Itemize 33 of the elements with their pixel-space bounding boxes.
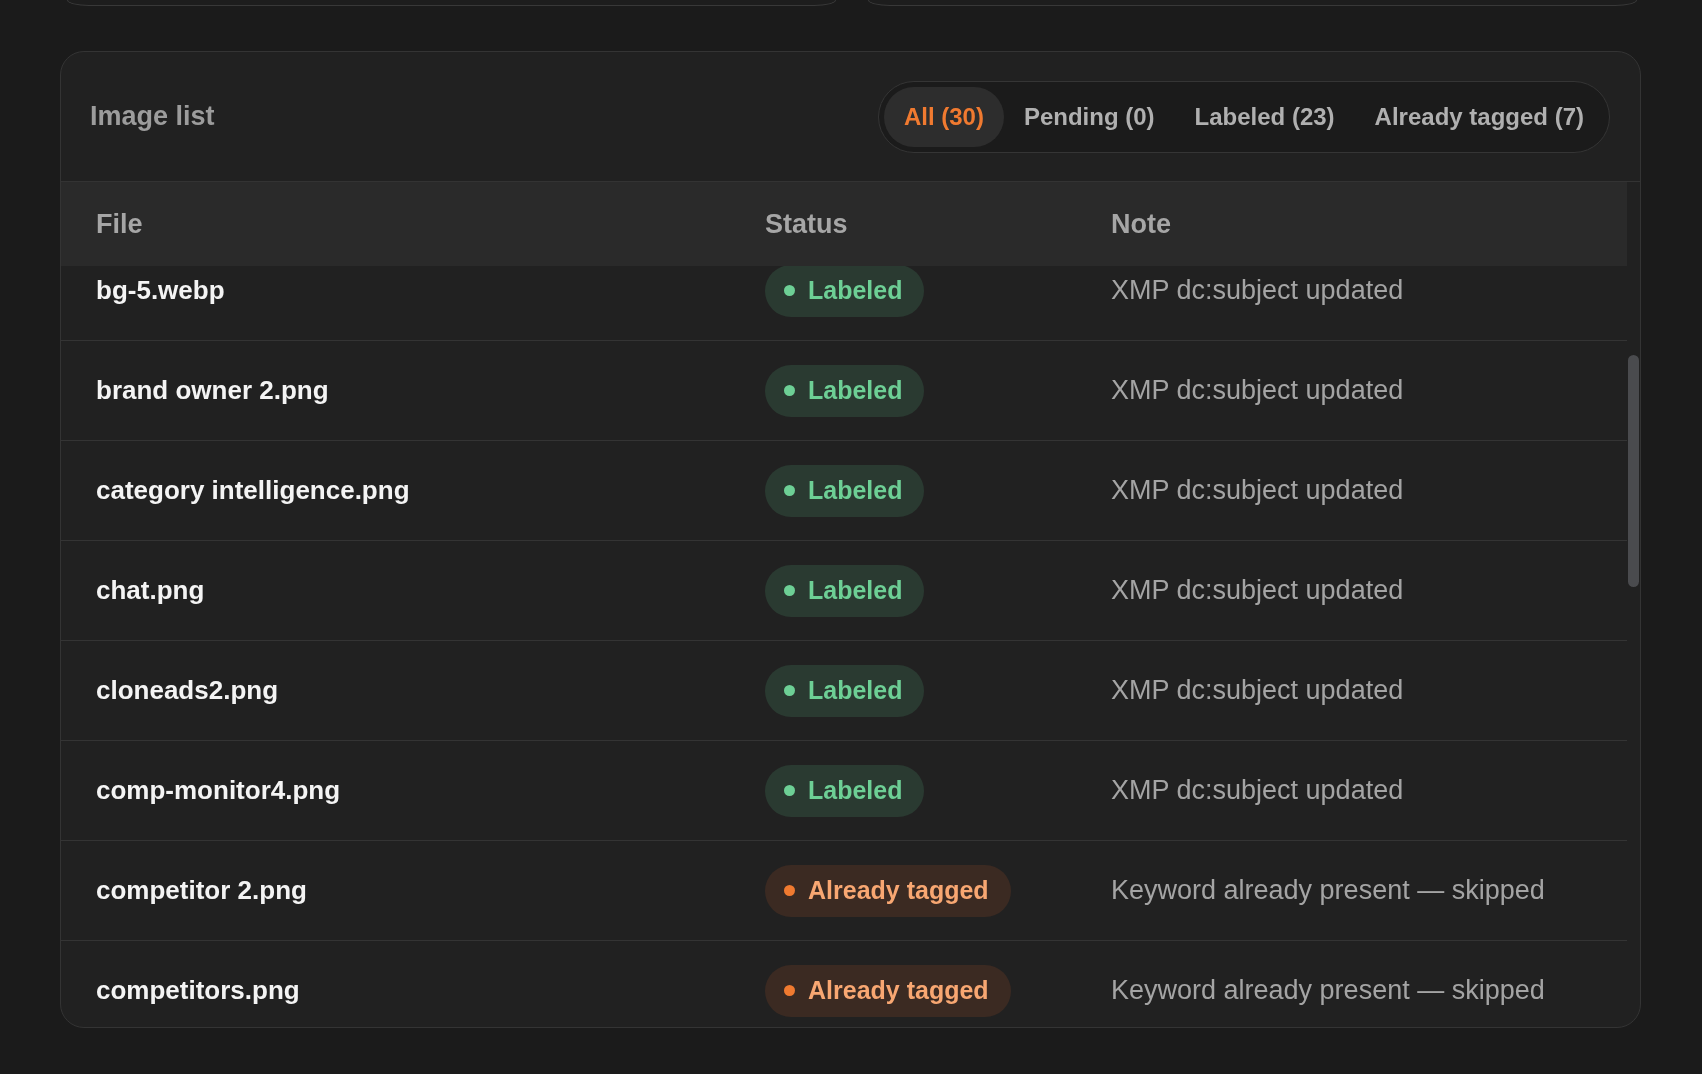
- filter-tab[interactable]: Already tagged (7): [1354, 86, 1604, 147]
- note-text: Keyword already present — skipped: [1111, 975, 1545, 1005]
- status-text: Labeled: [808, 276, 903, 305]
- status-text: Labeled: [808, 776, 903, 805]
- column-header: File: [96, 208, 143, 239]
- note-text: XMP dc:subject updated: [1111, 275, 1404, 305]
- note-text: XMP dc:subject updated: [1111, 575, 1404, 605]
- status-text: Labeled: [808, 476, 903, 505]
- status-text: Labeled: [808, 676, 903, 705]
- file-name: competitors.png: [96, 975, 300, 1005]
- status-text: Already tagged: [808, 976, 989, 1005]
- file-name: comp-monitor4.png: [96, 775, 341, 805]
- file-name: cloneads2.png: [96, 675, 279, 705]
- status-text: Already tagged: [808, 876, 989, 905]
- filter-tab[interactable]: Labeled (23): [1174, 86, 1355, 147]
- file-name: brand owner 2.png: [96, 375, 329, 405]
- file-name: category intelligence.png: [96, 475, 410, 505]
- note-text: XMP dc:subject updated: [1111, 475, 1404, 505]
- file-name: chat.png: [96, 575, 205, 605]
- note-text: XMP dc:subject updated: [1111, 375, 1404, 405]
- filter-tab[interactable]: All (30): [883, 86, 1004, 147]
- file-name: bg-5.webp: [96, 275, 225, 305]
- note-text: XMP dc:subject updated: [1111, 675, 1404, 705]
- status-text: Labeled: [808, 376, 903, 405]
- status-text: Labeled: [808, 576, 903, 605]
- column-header: Note: [1111, 208, 1171, 239]
- note-text: Keyword already present — skipped: [1111, 875, 1545, 905]
- file-name: competitor 2.png: [96, 875, 307, 905]
- scrollbar-thumb[interactable]: [1628, 355, 1639, 587]
- panel-title: Image list: [90, 101, 215, 132]
- note-text: XMP dc:subject updated: [1111, 775, 1404, 805]
- column-header: Status: [765, 208, 848, 239]
- filter-tab[interactable]: Pending (0): [1003, 86, 1175, 147]
